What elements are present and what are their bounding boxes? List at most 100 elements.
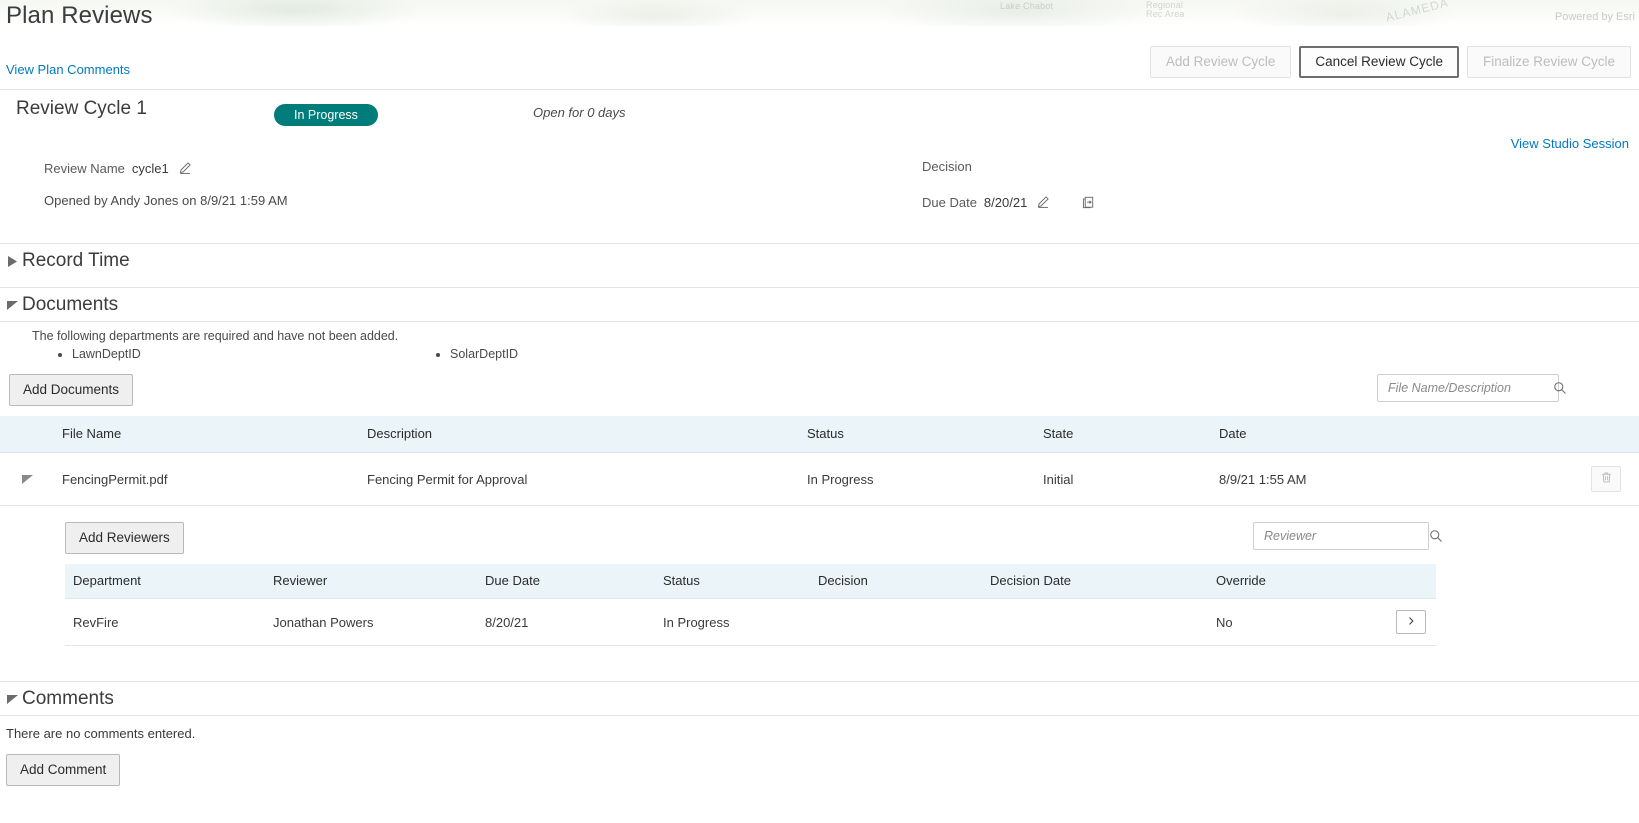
col-date[interactable]: Date — [1219, 416, 1519, 453]
decision-field: Decision — [922, 159, 979, 174]
col-override[interactable]: Override — [1216, 564, 1346, 599]
trash-icon — [1600, 471, 1613, 487]
cell-file-name[interactable]: FencingPermit.pdf — [62, 452, 367, 506]
map-label-rec-area: Rec Area — [1146, 9, 1185, 19]
plan-reviews-page: Lake Chabot Regional Rec Area ALAMEDA Po… — [0, 0, 1639, 823]
add-reviewers-button[interactable]: Add Reviewers — [65, 522, 184, 554]
documents-search-input[interactable] — [1386, 375, 1553, 401]
col-state[interactable]: State — [1043, 416, 1219, 453]
documents-header-divider — [0, 321, 1639, 322]
row-expand-toggle[interactable] — [0, 452, 62, 506]
cancel-review-cycle-button[interactable]: Cancel Review Cycle — [1299, 46, 1459, 78]
review-name-field: Review Name cycle1 — [44, 159, 194, 177]
chevron-right-icon — [1405, 615, 1417, 630]
cell-override: No — [1216, 598, 1346, 646]
due-date-field: Due Date 8/20/21 — [922, 193, 1097, 211]
list-item: LawnDeptID — [72, 347, 434, 361]
col-status[interactable]: Status — [663, 564, 818, 599]
col-description[interactable]: Description — [367, 416, 807, 453]
section-title-documents: Documents — [22, 294, 119, 315]
section-comments[interactable]: Comments — [0, 682, 1639, 716]
search-icon[interactable] — [1553, 381, 1567, 395]
table-header-row: File Name Description Status State Date — [0, 416, 1639, 453]
section-title-record-time: Record Time — [22, 250, 130, 271]
review-name-label: Review Name — [44, 160, 125, 176]
cell-status: In Progress — [807, 452, 1043, 506]
map-label-regional: Regional — [1146, 0, 1184, 10]
list-item: SolarDeptID — [450, 347, 812, 361]
map-label-lake-chabot: Lake Chabot — [1000, 1, 1054, 11]
map-label-alameda: ALAMEDA — [1384, 0, 1451, 25]
cell-due-date: 8/20/21 — [485, 598, 663, 646]
apply-to-all-icon[interactable] — [1079, 193, 1097, 211]
cell-decision-date — [990, 598, 1216, 646]
chevron-down-icon — [4, 297, 20, 313]
powered-by-esri-label: Powered by Esri — [1554, 11, 1635, 23]
toolbar-divider — [0, 89, 1639, 90]
cell-department: RevFire — [65, 598, 273, 646]
esri-map-watermark: Lake Chabot Regional Rec Area ALAMEDA Po… — [0, 0, 1639, 26]
col-decision-date[interactable]: Decision Date — [990, 564, 1216, 599]
page-toolbar: View Plan Comments Add Review Cycle Canc… — [0, 44, 1639, 90]
edit-pencil-icon[interactable] — [1034, 193, 1052, 211]
review-cycle-title: Review Cycle 1 — [16, 98, 147, 119]
col-expand — [0, 416, 62, 453]
table-row[interactable]: RevFire Jonathan Powers 8/20/21 In Progr… — [65, 598, 1436, 646]
cell-status: In Progress — [663, 598, 818, 646]
decision-label: Decision — [922, 159, 972, 174]
cell-actions — [1519, 452, 1639, 506]
no-comments-message: There are no comments entered. — [6, 726, 196, 741]
add-reviewers-button-wrap: Add Reviewers — [65, 522, 184, 554]
required-departments-list: LawnDeptID SolarDeptID — [56, 347, 956, 361]
col-decision[interactable]: Decision — [818, 564, 990, 599]
section-title-comments: Comments — [22, 688, 114, 709]
table-row[interactable]: FencingPermit.pdf Fencing Permit for App… — [0, 452, 1639, 506]
col-reviewer[interactable]: Reviewer — [273, 564, 485, 599]
cell-actions — [1346, 598, 1436, 646]
add-comment-button-wrap: Add Comment — [6, 754, 121, 786]
review-name-value: cycle1 — [131, 160, 169, 176]
required-dept-column-2: SolarDeptID — [434, 347, 812, 361]
add-comment-button[interactable]: Add Comment — [6, 754, 121, 786]
reviewers-search-input[interactable] — [1262, 523, 1429, 549]
col-actions — [1519, 416, 1639, 453]
add-documents-button[interactable]: Add Documents — [9, 374, 134, 406]
section-record-time[interactable]: Record Time — [0, 244, 1639, 278]
page-title: Plan Reviews — [6, 2, 153, 29]
cell-state: Initial — [1043, 452, 1219, 506]
reviewers-table: Department Reviewer Due Date Status Deci… — [65, 564, 1436, 646]
review-cycle-header: Review Cycle 1 In Progress Open for 0 da… — [0, 95, 1639, 151]
view-plan-comments-link[interactable]: View Plan Comments — [6, 62, 130, 77]
finalize-review-cycle-button[interactable]: Finalize Review Cycle — [1466, 46, 1631, 78]
col-file-name[interactable]: File Name — [62, 416, 367, 453]
status-badge: In Progress — [274, 104, 378, 126]
col-status[interactable]: Status — [807, 416, 1043, 453]
required-dept-column-1: LawnDeptID — [56, 347, 434, 361]
comments-header-divider — [0, 715, 1639, 716]
search-icon[interactable] — [1429, 529, 1443, 543]
edit-pencil-icon[interactable] — [176, 159, 194, 177]
cell-description: Fencing Permit for Approval — [367, 452, 807, 506]
review-cycle-button-group: Add Review Cycle Cancel Review Cycle Fin… — [1149, 46, 1631, 78]
chevron-down-icon[interactable] — [22, 472, 33, 487]
add-documents-button-wrap: Add Documents — [9, 374, 134, 406]
cell-decision — [818, 598, 990, 646]
add-review-cycle-button[interactable]: Add Review Cycle — [1149, 46, 1292, 78]
documents-search-box[interactable] — [1377, 374, 1566, 402]
open-reviewer-details-button[interactable] — [1396, 610, 1426, 634]
table-header-row: Department Reviewer Due Date Status Deci… — [65, 564, 1436, 599]
documents-table: File Name Description Status State Date … — [0, 416, 1639, 506]
cell-reviewer: Jonathan Powers — [273, 598, 485, 646]
col-department[interactable]: Department — [65, 564, 273, 599]
col-due-date[interactable]: Due Date — [485, 564, 663, 599]
chevron-right-icon — [4, 253, 20, 269]
review-cycle-details: Review Name cycle1 Opened by Andy Jones … — [0, 155, 1639, 225]
view-studio-session-link[interactable]: View Studio Session — [1511, 136, 1629, 151]
reviewers-search-box[interactable] — [1253, 522, 1442, 550]
cell-date: 8/9/21 1:55 AM — [1219, 452, 1519, 506]
due-date-label: Due Date — [922, 194, 977, 210]
due-date-value: 8/20/21 — [983, 194, 1028, 210]
section-documents[interactable]: Documents — [0, 288, 1639, 322]
chevron-down-icon — [4, 691, 20, 707]
delete-document-button[interactable] — [1591, 466, 1621, 492]
